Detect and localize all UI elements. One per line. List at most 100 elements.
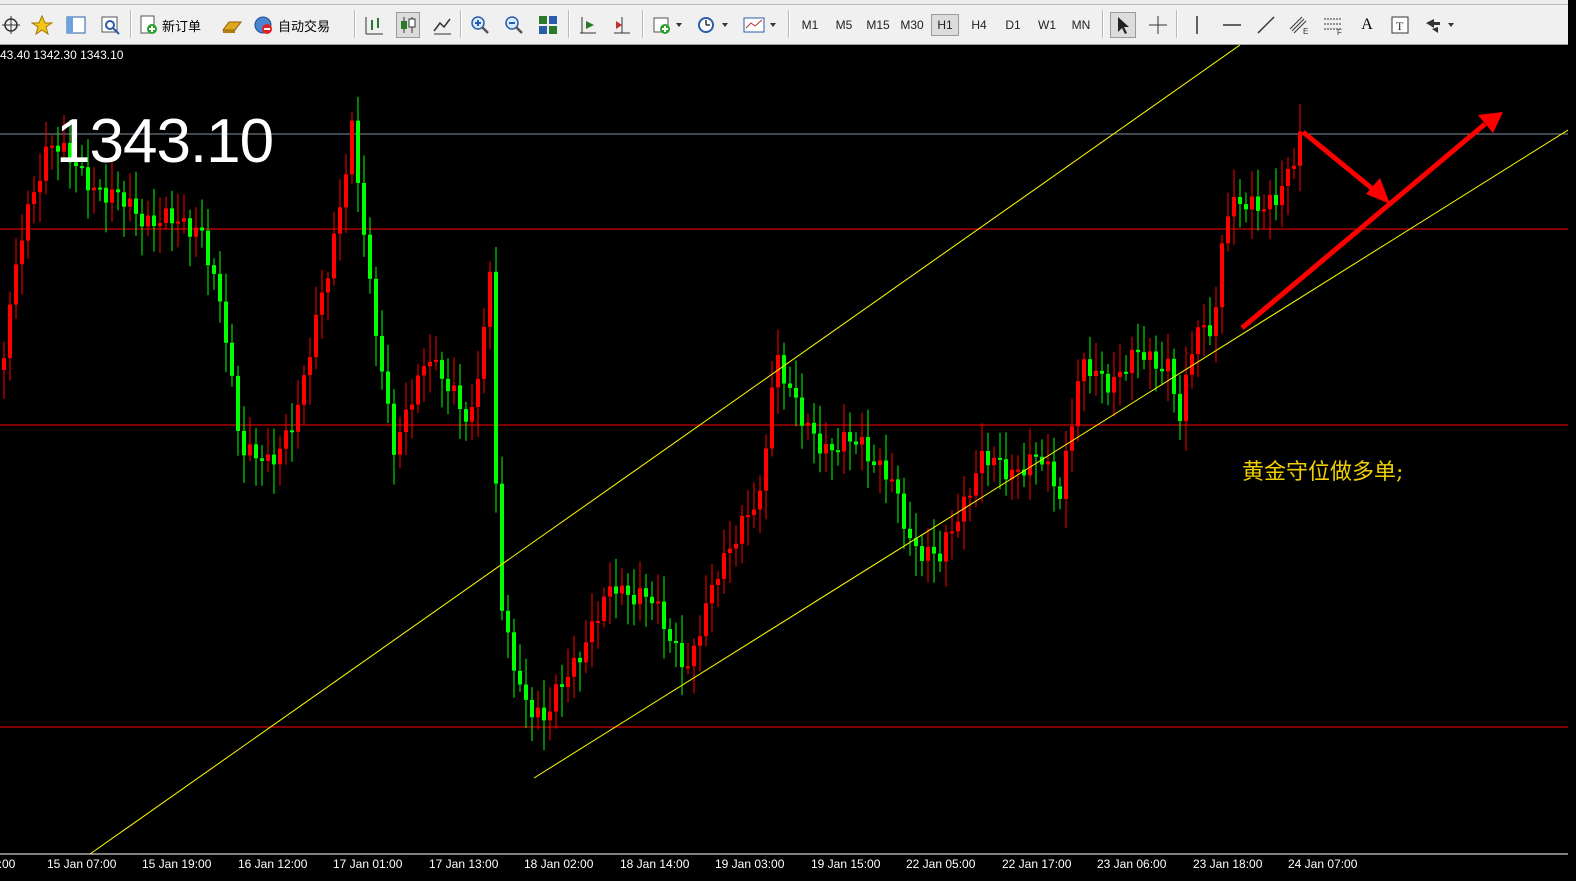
crosshair-target-icon[interactable] bbox=[0, 12, 22, 38]
candlestick-chart-icon[interactable] bbox=[396, 12, 420, 38]
candle-body bbox=[218, 273, 222, 302]
fibonacci-retracement-icon[interactable]: F bbox=[1320, 12, 1346, 38]
timeframe-w1[interactable]: W1 bbox=[1033, 14, 1061, 36]
candle-body bbox=[488, 271, 492, 327]
candle-body bbox=[524, 684, 528, 700]
candle-body bbox=[704, 603, 708, 637]
candle-body bbox=[956, 521, 960, 532]
timeframe-h4[interactable]: H4 bbox=[965, 14, 993, 36]
zoom-out-icon[interactable] bbox=[502, 12, 526, 38]
arrows-dropdown-icon[interactable] bbox=[1420, 12, 1460, 38]
timeframe-m15[interactable]: M15 bbox=[862, 14, 894, 36]
crosshair-icon[interactable] bbox=[1146, 12, 1170, 38]
candle-body bbox=[194, 227, 198, 237]
timeframe-mn[interactable]: MN bbox=[1066, 14, 1096, 36]
bar-chart-icon[interactable] bbox=[362, 12, 386, 38]
timeframe-d1[interactable]: D1 bbox=[999, 14, 1027, 36]
templates-dropdown-icon[interactable] bbox=[740, 12, 780, 38]
horizontal-line-icon[interactable] bbox=[1220, 12, 1244, 38]
candle-body bbox=[908, 528, 912, 539]
trendline-icon[interactable] bbox=[1254, 12, 1278, 38]
candle-body bbox=[1226, 216, 1230, 244]
candle-body bbox=[230, 342, 234, 376]
separator bbox=[460, 10, 462, 38]
new-order-button[interactable]: 新订单 bbox=[138, 12, 214, 38]
strategy-tester-icon[interactable] bbox=[98, 12, 122, 38]
candle-body bbox=[620, 585, 624, 594]
current-price-display: 1343.10 bbox=[56, 107, 274, 176]
candle-body bbox=[674, 640, 678, 644]
line-chart-icon[interactable] bbox=[430, 12, 454, 38]
candle-body bbox=[434, 359, 438, 362]
candle-body bbox=[152, 215, 156, 226]
candle-body bbox=[188, 218, 192, 237]
time-axis-label: 23 Jan 18:00 bbox=[1193, 857, 1263, 871]
cursor-arrow-icon[interactable] bbox=[1110, 12, 1136, 38]
candle-body bbox=[980, 451, 984, 474]
separator bbox=[642, 10, 644, 38]
navigator-window-icon[interactable] bbox=[64, 12, 88, 38]
trade-annotation: 黄金守位做多单; bbox=[1242, 460, 1404, 485]
candle-body bbox=[722, 553, 726, 579]
equidistant-channel-icon[interactable]: E bbox=[1286, 12, 1312, 38]
auto-trade-button[interactable]: 自动交易 bbox=[252, 12, 344, 38]
zoom-in-icon[interactable] bbox=[468, 12, 492, 38]
candle-body bbox=[332, 233, 336, 279]
candle-body bbox=[1058, 486, 1062, 499]
time-axis-label: 22 Jan 17:00 bbox=[1002, 857, 1072, 871]
candle-body bbox=[386, 371, 390, 404]
candle-body bbox=[212, 265, 216, 274]
candle-body bbox=[1196, 327, 1200, 355]
candle-body bbox=[836, 450, 840, 453]
time-axis-label: 15 Jan 07:00 bbox=[47, 857, 117, 871]
toolbar: 新订单 自动交易 M1 M5 M15 M30 H1 H4 D1 W1 MN E … bbox=[0, 0, 1568, 45]
text-label-icon[interactable]: T bbox=[1388, 12, 1412, 38]
favorites-star-icon[interactable] bbox=[30, 12, 54, 38]
candle-body bbox=[116, 189, 120, 193]
periods-clock-icon[interactable] bbox=[694, 12, 732, 38]
candle-body bbox=[1214, 307, 1218, 337]
candle-body bbox=[854, 441, 858, 445]
candle-body bbox=[500, 483, 504, 611]
candle-body bbox=[110, 189, 114, 203]
timeframe-m5[interactable]: M5 bbox=[830, 14, 858, 36]
gold-bar-icon[interactable] bbox=[220, 12, 244, 38]
candle-body bbox=[1220, 243, 1224, 308]
candle-body bbox=[608, 586, 612, 597]
candle-body bbox=[248, 444, 252, 456]
candle-body bbox=[308, 357, 312, 376]
candle-body bbox=[938, 553, 942, 562]
text-tool-icon[interactable]: A bbox=[1356, 12, 1378, 38]
timeframe-m30[interactable]: M30 bbox=[896, 14, 928, 36]
vertical-line-icon[interactable] bbox=[1186, 12, 1208, 38]
candle-body bbox=[896, 479, 900, 494]
chart-shift-icon[interactable] bbox=[610, 12, 634, 38]
indicators-dropdown-icon[interactable] bbox=[650, 12, 686, 38]
candle-body bbox=[1262, 209, 1266, 212]
candle-body bbox=[890, 479, 894, 482]
candle-body bbox=[698, 636, 702, 646]
candle-body bbox=[710, 585, 714, 604]
auto-scroll-icon[interactable] bbox=[576, 12, 600, 38]
candle-body bbox=[884, 460, 888, 480]
candle-body bbox=[1244, 204, 1248, 210]
candle-body bbox=[824, 444, 828, 454]
candle-body bbox=[740, 515, 744, 544]
candle-body bbox=[32, 192, 36, 205]
candle-body bbox=[632, 595, 636, 605]
candle-body bbox=[158, 223, 162, 227]
candle-body bbox=[1280, 186, 1284, 206]
timeframe-m1[interactable]: M1 bbox=[796, 14, 824, 36]
candle-body bbox=[1274, 194, 1278, 206]
timeframe-h1[interactable]: H1 bbox=[931, 14, 959, 36]
candle-body bbox=[1082, 359, 1086, 382]
candle-body bbox=[662, 601, 666, 630]
tile-windows-icon[interactable] bbox=[536, 12, 560, 38]
candle-body bbox=[380, 335, 384, 372]
candle-body bbox=[50, 145, 54, 148]
time-axis-label: 23 Jan 06:00 bbox=[1097, 857, 1167, 871]
candle-body bbox=[2, 358, 6, 370]
candle-body bbox=[650, 596, 654, 604]
candle-body bbox=[920, 546, 924, 561]
candle-body bbox=[44, 146, 48, 181]
